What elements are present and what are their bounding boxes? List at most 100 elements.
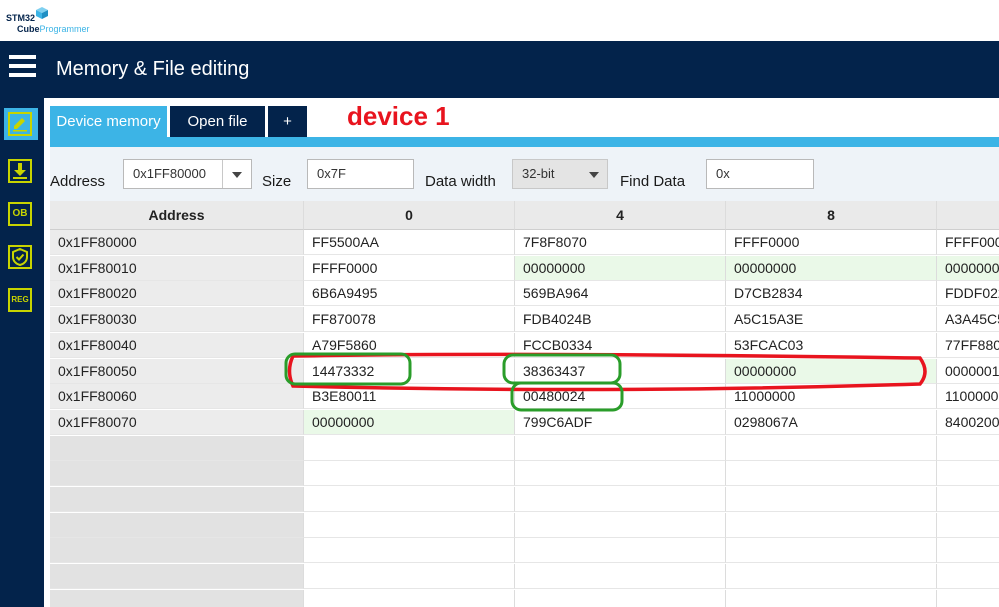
sidebar-item-memory-editing[interactable] <box>4 108 38 140</box>
sidebar-item-security[interactable] <box>4 241 38 273</box>
data-cell[interactable]: FDDF0223 <box>937 281 999 307</box>
find-data-input[interactable]: 0x <box>706 159 814 189</box>
data-cell[interactable] <box>937 538 999 564</box>
data-cell[interactable] <box>515 589 726 607</box>
data-cell[interactable]: FFFF0000 <box>304 255 515 281</box>
data-cell[interactable] <box>304 589 515 607</box>
data-cell[interactable]: 00000000 <box>304 409 515 435</box>
address-cell[interactable] <box>50 512 304 538</box>
data-cell[interactable] <box>937 461 999 487</box>
column-header-c[interactable]: C <box>937 201 999 230</box>
data-cell[interactable] <box>937 513 999 538</box>
sidebar-item-erasing-programming[interactable] <box>4 155 38 187</box>
data-cell[interactable]: 00000000 <box>937 255 999 281</box>
data-cell[interactable]: 77FF8800 <box>937 333 999 358</box>
address-cell[interactable]: 0x1FF80040 <box>50 332 304 358</box>
data-cell[interactable]: FF5500AA <box>304 230 515 255</box>
address-cell[interactable]: 0x1FF80030 <box>50 307 304 333</box>
data-cell[interactable] <box>937 564 999 590</box>
data-cell[interactable] <box>515 538 726 564</box>
address-cell[interactable]: 0x1FF80070 <box>50 409 304 435</box>
stm32cubeprogrammer-logo: STM32 CubeProgrammer <box>6 6 96 36</box>
empty-table-row <box>50 461 999 487</box>
data-cell[interactable] <box>726 461 937 487</box>
address-cell[interactable]: 0x1FF80010 <box>50 255 304 281</box>
data-cell[interactable] <box>515 512 726 538</box>
data-cell[interactable]: D7CB2834 <box>726 281 937 307</box>
data-cell[interactable] <box>726 538 937 564</box>
address-cell[interactable]: 0x1FF80000 <box>50 230 304 255</box>
data-cell[interactable]: 53FCAC03 <box>726 332 937 358</box>
data-cell[interactable]: 0298067A <box>726 409 937 435</box>
column-header-0[interactable]: 0 <box>304 201 515 230</box>
data-cell[interactable]: 00000000 <box>726 255 937 281</box>
column-header-4[interactable]: 4 <box>515 201 726 230</box>
sidebar-item-registers[interactable]: REG <box>4 284 38 316</box>
address-cell[interactable] <box>50 435 304 461</box>
data-cell[interactable]: 799C6ADF <box>515 409 726 435</box>
column-header-8[interactable]: 8 <box>726 201 937 230</box>
data-cell[interactable] <box>304 564 515 590</box>
data-cell[interactable]: 38363437 <box>515 358 726 384</box>
data-width-label: Data width <box>425 173 496 190</box>
data-cell[interactable]: 11000000 <box>937 384 999 410</box>
data-cell[interactable]: B3E80011 <box>304 384 515 410</box>
data-cell[interactable]: FFFF0000 <box>937 230 999 255</box>
data-cell[interactable] <box>937 487 999 512</box>
address-cell[interactable]: 0x1FF80050 <box>50 358 304 384</box>
address-combo[interactable]: 0x1FF80000 <box>123 159 252 189</box>
tab-strip <box>50 137 999 147</box>
hamburger-menu-icon[interactable] <box>9 55 36 81</box>
tab-device-memory[interactable]: Device memory <box>50 106 167 138</box>
data-cell[interactable]: 6B6A9495 <box>304 281 515 307</box>
data-cell[interactable] <box>304 512 515 538</box>
data-cell[interactable] <box>304 487 515 512</box>
data-cell[interactable] <box>726 564 937 590</box>
data-cell[interactable] <box>726 435 937 461</box>
data-cell[interactable] <box>304 538 515 564</box>
address-cell[interactable]: 0x1FF80020 <box>50 281 304 307</box>
data-cell[interactable]: FCCB0334 <box>515 332 726 358</box>
data-cell[interactable] <box>515 487 726 512</box>
find-data-label: Find Data <box>620 173 686 190</box>
address-cell[interactable]: 0x1FF80060 <box>50 384 304 410</box>
data-cell[interactable]: 7F8F8070 <box>515 230 726 255</box>
data-cell[interactable] <box>515 435 726 461</box>
data-cell[interactable]: 00000000 <box>726 358 937 384</box>
data-cell[interactable]: FFFF0000 <box>726 230 937 255</box>
address-cell[interactable] <box>50 589 304 607</box>
address-cell[interactable] <box>50 564 304 590</box>
data-cell[interactable]: FDB4024B <box>515 307 726 333</box>
data-cell[interactable]: 00000000 <box>515 255 726 281</box>
data-cell[interactable] <box>937 436 999 461</box>
data-width-value: 32-bit <box>522 166 555 181</box>
sidebar-item-option-bytes[interactable]: OB <box>4 198 38 230</box>
data-cell[interactable]: A5C15A3E <box>726 307 937 333</box>
data-cell[interactable] <box>304 461 515 487</box>
data-cell[interactable]: 11000000 <box>726 384 937 410</box>
data-cell[interactable] <box>726 589 937 607</box>
data-cell[interactable]: A79F5860 <box>304 332 515 358</box>
tab-add[interactable]: + <box>268 106 307 138</box>
data-cell[interactable] <box>515 564 726 590</box>
address-cell[interactable] <box>50 538 304 564</box>
data-cell[interactable]: FF870078 <box>304 307 515 333</box>
data-cell[interactable]: A3A45C55 <box>937 307 999 333</box>
data-width-select[interactable]: 32-bit <box>512 159 608 189</box>
column-header-address[interactable]: Address <box>50 201 304 230</box>
data-cell[interactable] <box>937 590 999 607</box>
data-cell[interactable]: 00480024 <box>515 384 726 410</box>
chevron-down-icon[interactable] <box>222 160 251 188</box>
address-cell[interactable] <box>50 461 304 487</box>
data-cell[interactable]: 84002000 <box>937 410 999 435</box>
size-input[interactable]: 0x7F <box>307 159 414 189</box>
data-cell[interactable]: 569BA964 <box>515 281 726 307</box>
address-cell[interactable] <box>50 487 304 512</box>
data-cell[interactable] <box>726 512 937 538</box>
data-cell[interactable] <box>515 461 726 487</box>
data-cell[interactable] <box>726 487 937 512</box>
data-cell[interactable]: 14473332 <box>304 358 515 384</box>
tab-open-file[interactable]: Open file <box>170 106 265 138</box>
data-cell[interactable]: 00000012 <box>937 359 999 384</box>
data-cell[interactable] <box>304 435 515 461</box>
